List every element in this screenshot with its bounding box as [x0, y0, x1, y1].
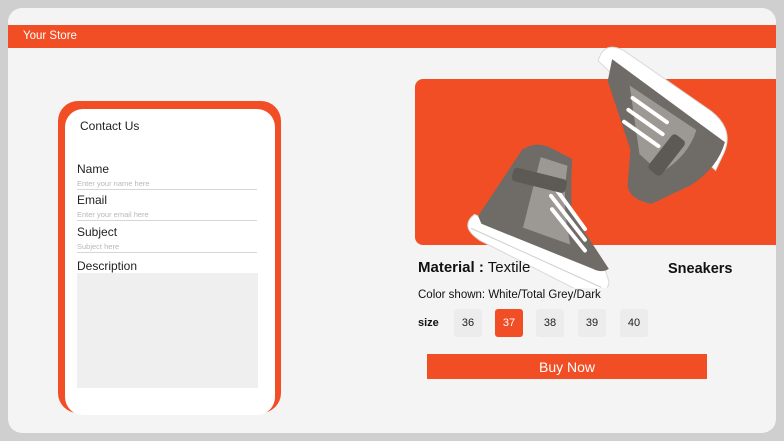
sneaker-right	[597, 46, 728, 207]
name-input[interactable]	[77, 178, 257, 190]
buy-now-button[interactable]: Buy Now	[427, 354, 707, 379]
email-label: Email	[77, 193, 108, 207]
material-value: Textile	[487, 259, 531, 276]
contact-card: Contact Us Name Email Subject Descriptio…	[58, 101, 281, 415]
email-input[interactable]	[77, 209, 257, 221]
subject-label: Subject	[77, 225, 118, 239]
name-label: Name	[77, 162, 110, 176]
contact-title: Contact Us	[80, 119, 140, 133]
store-name: Your Store	[23, 30, 77, 42]
store-window: Your Store Contact Us Name Email Subject…	[8, 8, 776, 433]
size-option-38[interactable]: 38	[536, 309, 564, 337]
material-line: Material : Textile	[418, 259, 530, 276]
size-option-40[interactable]: 40	[620, 309, 648, 337]
subject-input[interactable]	[77, 241, 257, 253]
screen-frame: Your Store Contact Us Name Email Subject…	[0, 0, 784, 441]
color-value: White/Total Grey/Dark	[488, 289, 601, 301]
color-key: Color shown:	[418, 289, 486, 301]
size-option-36[interactable]: 36	[454, 309, 482, 337]
size-option-37[interactable]: 37	[495, 309, 523, 337]
color-shown-line: Color shown: White/Total Grey/Dark	[418, 289, 601, 301]
material-key: Material :	[418, 259, 484, 276]
description-input[interactable]	[77, 273, 258, 388]
size-option-39[interactable]: 39	[578, 309, 606, 337]
sneaker-pair-image	[467, 46, 728, 288]
description-label: Description	[77, 259, 138, 273]
size-label: size	[418, 317, 439, 329]
product-name: Sneakers	[668, 261, 733, 277]
contact-form: Contact Us Name Email Subject Descriptio…	[65, 109, 275, 415]
